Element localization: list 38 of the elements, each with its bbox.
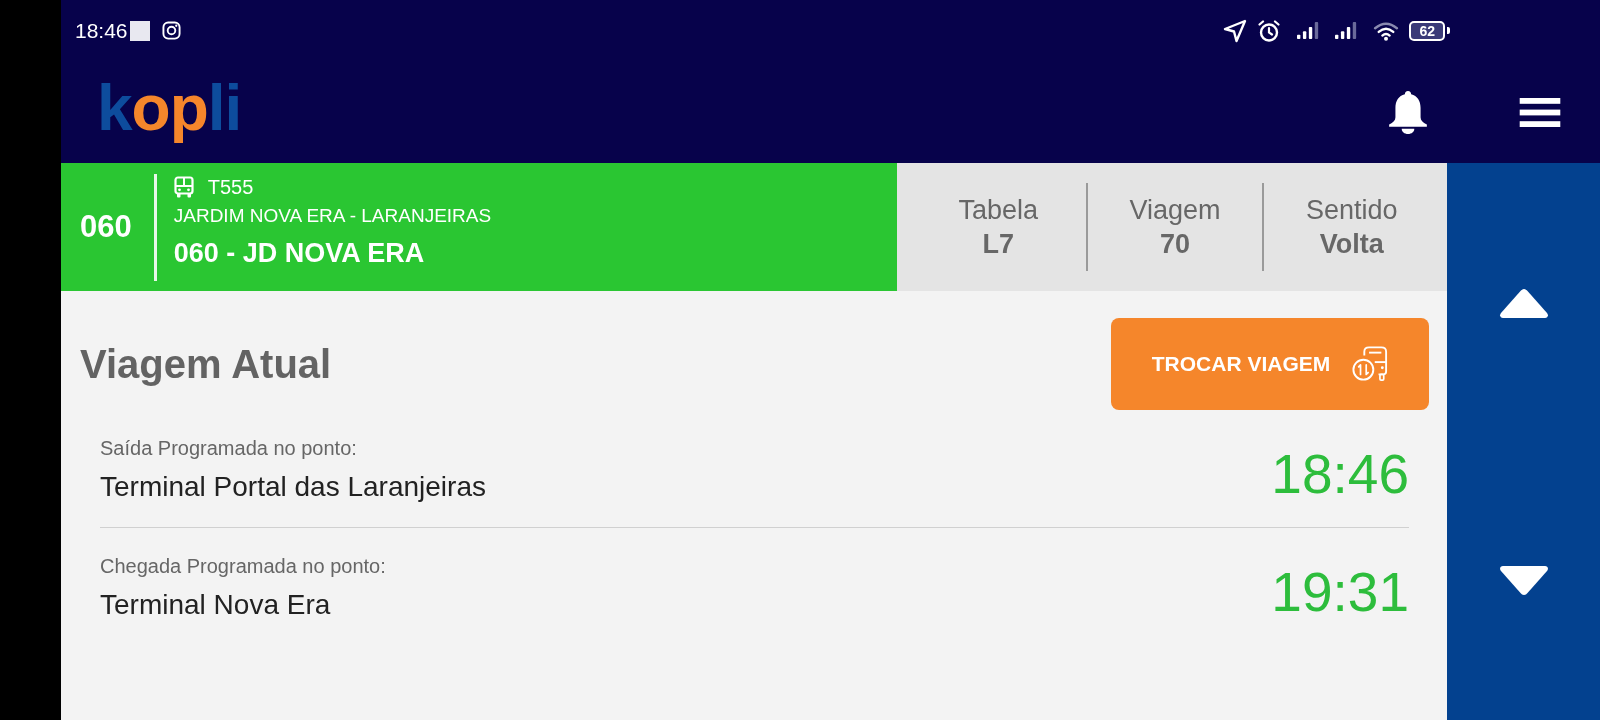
info-label: Tabela bbox=[958, 194, 1039, 227]
signal-strength-icon bbox=[1335, 22, 1358, 39]
stop-label: Chegada Programada no ponto: bbox=[100, 554, 386, 578]
info-label: Viagem bbox=[1129, 194, 1221, 227]
bus-swap-icon bbox=[1352, 346, 1389, 382]
bell-icon bbox=[1387, 90, 1429, 134]
notification-square-icon bbox=[129, 20, 150, 41]
status-time: 18:46 bbox=[75, 18, 128, 43]
stop-label: Saída Programada no ponto: bbox=[100, 436, 358, 460]
info-value: Volta bbox=[1319, 228, 1384, 261]
route-name: 060 - JD NOVA ERA bbox=[173, 237, 426, 270]
location-arrow-icon bbox=[1223, 18, 1248, 43]
battery-indicator: 62 bbox=[1409, 20, 1450, 41]
down-triangle-icon bbox=[1498, 565, 1549, 597]
menu-button[interactable] bbox=[1519, 97, 1561, 127]
scroll-up-button[interactable] bbox=[1498, 287, 1549, 319]
stop-name: Terminal Portal das Laranjeiras bbox=[100, 470, 486, 504]
up-triangle-icon bbox=[1498, 287, 1549, 319]
line-name: JARDIM NOVA ERA - LARANJEIRAS bbox=[173, 204, 492, 228]
instagram-icon bbox=[161, 21, 181, 40]
info-value: L7 bbox=[982, 228, 1015, 261]
scheduled-time: 18:46 bbox=[1271, 442, 1409, 505]
change-trip-button[interactable]: TROCAR VIAGEM bbox=[1111, 318, 1429, 410]
vehicle-code: T555 bbox=[207, 175, 254, 199]
wifi-icon bbox=[1373, 20, 1400, 41]
app-logo: kopli bbox=[97, 72, 242, 144]
info-value: 70 bbox=[1160, 228, 1191, 261]
alarm-clock-icon bbox=[1257, 18, 1282, 43]
section-title: Viagem Atual bbox=[80, 341, 332, 388]
bus-icon bbox=[173, 176, 194, 198]
notifications-button[interactable] bbox=[1387, 90, 1429, 134]
stop-name: Terminal Nova Era bbox=[100, 588, 332, 622]
scroll-down-button[interactable] bbox=[1498, 565, 1549, 597]
signal-strength-icon bbox=[1297, 22, 1320, 39]
scheduled-time: 19:31 bbox=[1271, 560, 1409, 623]
route-number: 060 bbox=[80, 209, 132, 245]
menu-icon bbox=[1519, 97, 1561, 127]
info-label: Sentido bbox=[1305, 194, 1398, 227]
